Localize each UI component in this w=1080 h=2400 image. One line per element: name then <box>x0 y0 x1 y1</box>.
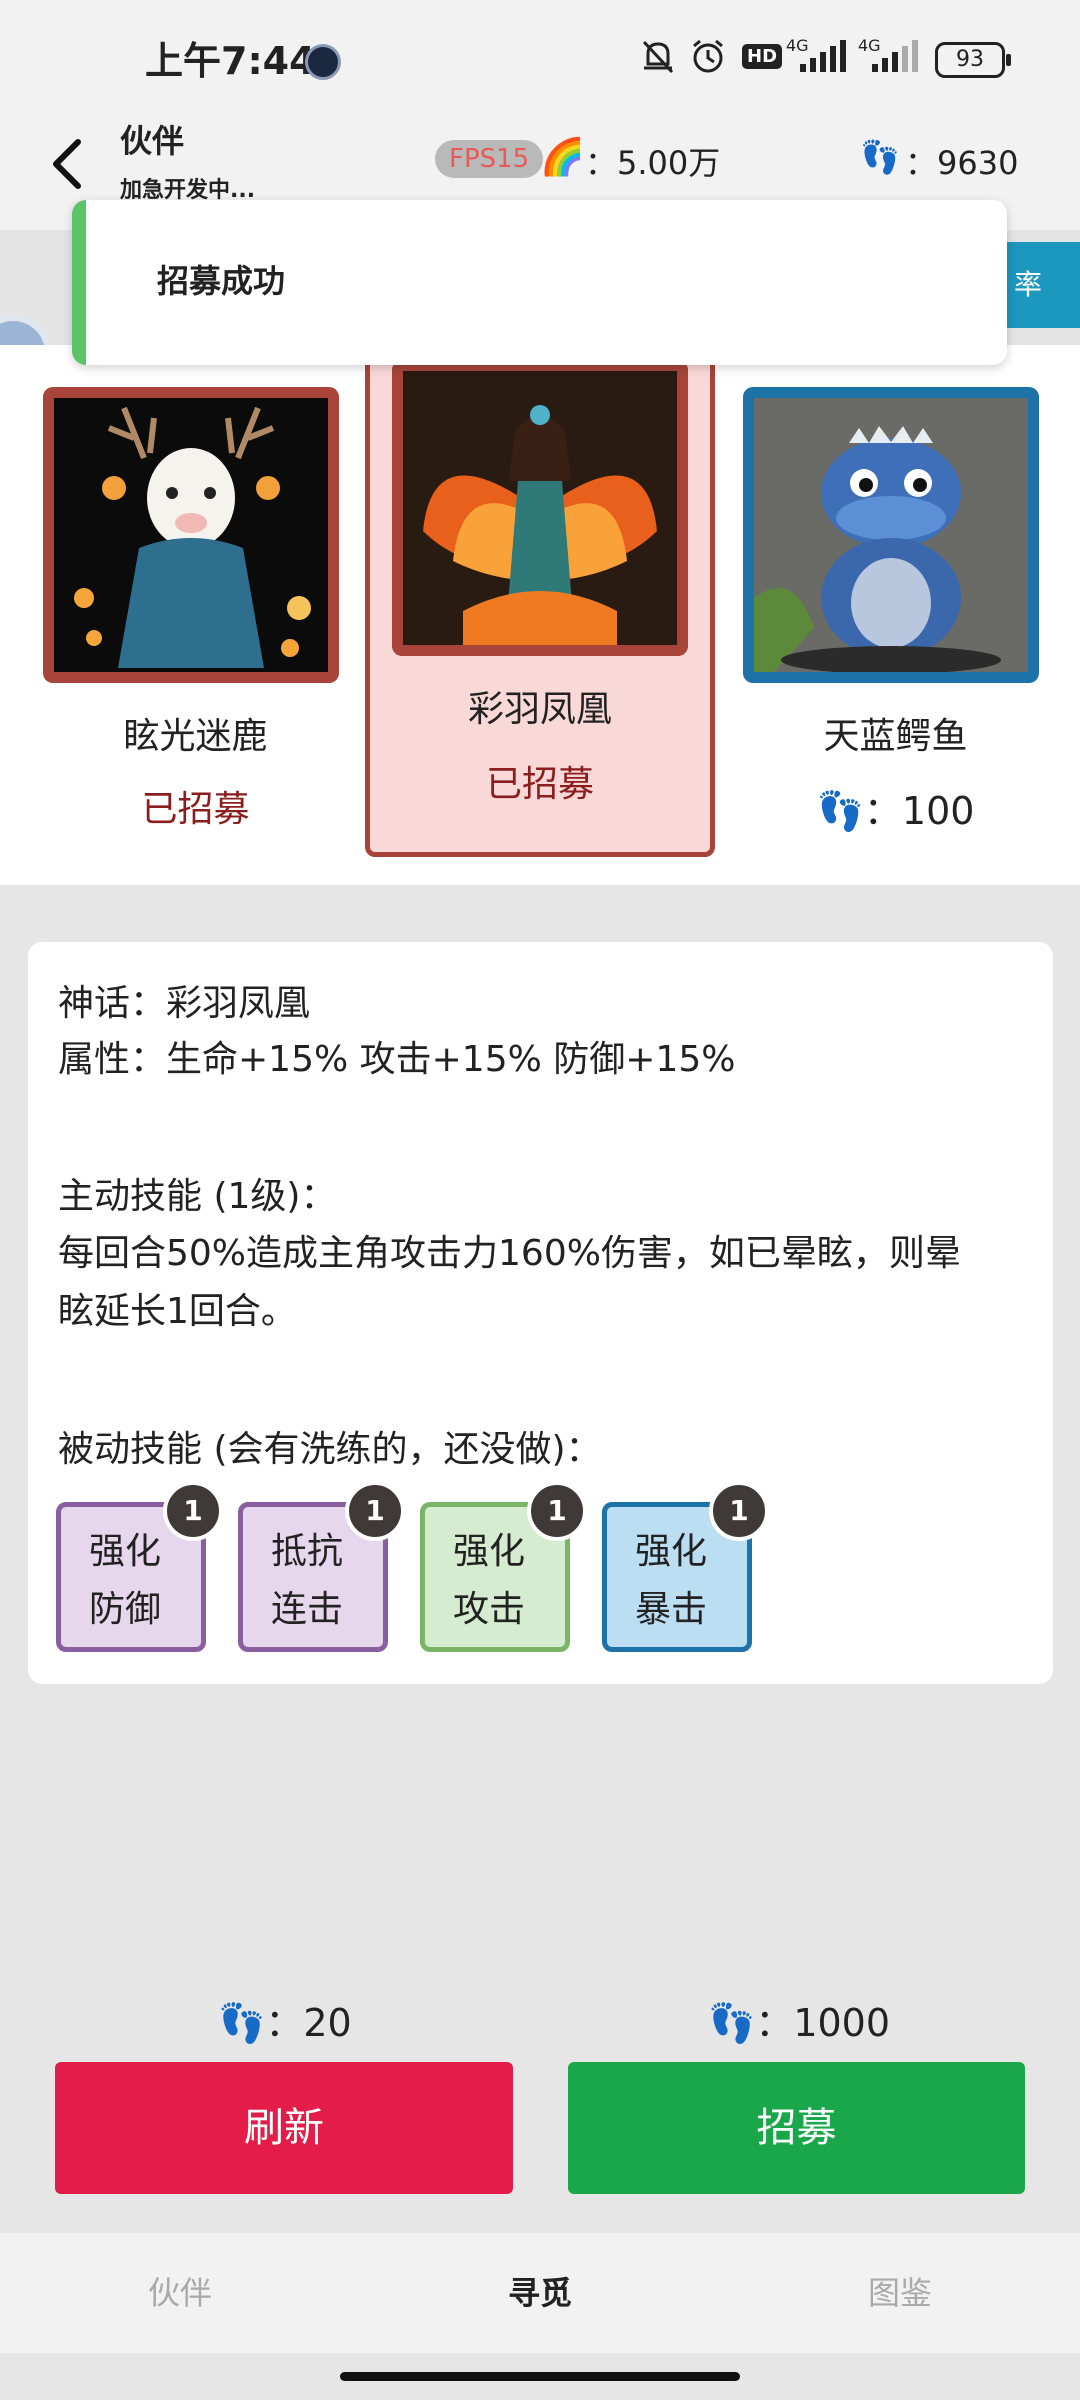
skill-level-badge: 1 <box>345 1481 405 1541</box>
tab-partners[interactable]: 伙伴 <box>0 2233 360 2353</box>
partner-card[interactable]: 天蓝鳄鱼 👣：100 <box>718 345 1073 865</box>
footprint-icon: 👣 <box>816 789 864 833</box>
refresh-cost: 👣：20 <box>218 2001 352 2045</box>
toast-notification: 招募成功 <box>72 200 1007 365</box>
partner-card[interactable]: 眩光迷鹿 已招募 <box>18 345 373 865</box>
page-title: 伙伴 <box>120 122 185 160</box>
recruit-cost: 👣：100 <box>816 789 975 833</box>
signal-icon <box>868 40 918 83</box>
currency-value: ：5.00万 <box>585 144 721 182</box>
tab-search[interactable]: 寻觅 <box>360 2233 720 2353</box>
status-bar: 上午7:44 HD 4G 4G 93 <box>0 0 1080 110</box>
active-skill-description: 每回合50%造成主角攻击力160%伤害，如已晕眩，则晕 <box>58 1233 961 1274</box>
partner-detail-panel: 神话：彩羽凤凰 属性：生命+15% 攻击+15% 防御+15% 主动技能 (1级… <box>28 942 1053 1684</box>
passive-skill-chip[interactable]: 强化 防御 1 <box>56 1481 223 1652</box>
footprint-icon: 👣 <box>860 138 900 176</box>
toast-accent-bar <box>72 200 86 365</box>
partner-name: 天蓝鳄鱼 <box>823 716 968 757</box>
footprint-icon: 👣 <box>218 2001 266 2045</box>
bell-off-icon <box>638 36 678 85</box>
recruited-status: 已招募 <box>485 764 594 805</box>
active-skill-title: 主动技能 (1级)： <box>58 1176 337 1217</box>
recruit-button[interactable]: 招募 <box>568 2062 1025 2194</box>
skill-level-badge: 1 <box>163 1481 223 1541</box>
signal-icon <box>796 40 846 83</box>
home-indicator[interactable] <box>340 2372 740 2381</box>
partner-name: 眩光迷鹿 <box>123 716 268 757</box>
partner-portrait-phoenix <box>392 360 688 656</box>
rate-button[interactable]: 率 <box>1000 242 1080 328</box>
skill-level-badge: 1 <box>709 1481 769 1541</box>
status-time: 上午7:44 <box>145 39 316 83</box>
toast-message: 招募成功 <box>157 262 286 300</box>
bottom-tab-bar: 伙伴 寻觅 图鉴 <box>0 2233 1080 2353</box>
partner-portrait-deer <box>43 387 339 683</box>
app-notification-icon <box>305 44 341 80</box>
passive-skill-title: 被动技能 (会有洗练的，还没做)： <box>58 1429 602 1470</box>
tab-collection[interactable]: 图鉴 <box>720 2233 1080 2353</box>
passive-skill-chip[interactable]: 强化 暴击 1 <box>602 1481 769 1652</box>
recruited-status: 已招募 <box>141 789 250 830</box>
battery-icon: 93 <box>935 42 1011 78</box>
footprint-icon: 👣 <box>708 2001 756 2045</box>
alarm-icon <box>688 36 728 85</box>
skill-level-badge: 1 <box>527 1481 587 1541</box>
rainbow-icon: 🌈 <box>540 137 585 178</box>
refresh-button[interactable]: 刷新 <box>55 2062 513 2194</box>
partner-portrait-crocodile <box>743 387 1039 683</box>
myth-line: 神话：彩羽凤凰 <box>58 983 311 1024</box>
back-arrow-icon[interactable] <box>40 128 100 198</box>
partner-card-selected[interactable]: 彩羽凤凰 已招募 <box>365 335 715 857</box>
partner-card-row: 眩光迷鹿 已招募 彩羽凤凰 已招募 天蓝鳄鱼 👣：100 <box>0 335 1080 885</box>
fps-badge: FPS15 <box>435 140 544 178</box>
attribute-line: 属性：生命+15% 攻击+15% 防御+15% <box>58 1039 736 1080</box>
partner-name: 彩羽凤凰 <box>467 689 612 730</box>
recruit-cost: 👣：1000 <box>708 2001 891 2045</box>
passive-skill-chip[interactable]: 抵抗 连击 1 <box>238 1481 405 1652</box>
steps-value: ：9630 <box>905 144 1019 182</box>
hd-icon: HD <box>742 44 783 69</box>
active-skill-description-cont: 眩延长1回合。 <box>58 1291 297 1332</box>
passive-skill-chip[interactable]: 强化 攻击 1 <box>420 1481 587 1652</box>
